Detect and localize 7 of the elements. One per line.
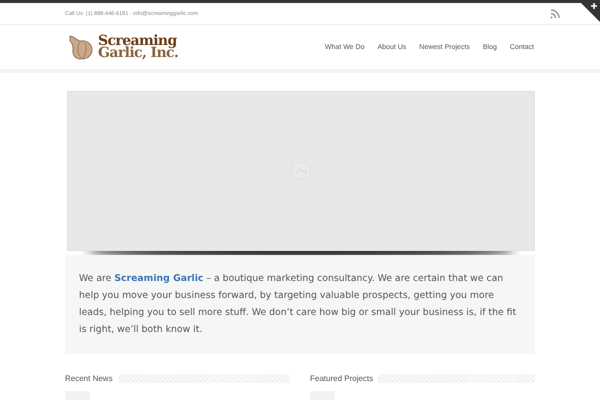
rss-icon[interactable] xyxy=(550,8,560,18)
corner-toggle[interactable] xyxy=(578,0,600,22)
section-heading: Recent News xyxy=(65,374,113,383)
intro-paragraph: We are Screaming Garlic – a boutique marketing consultancy. We are certain that we can help you move your business forward, by targeting valuable prospects, getting you more leads, helping you to sell more stuff. We don’t care how big or small your business is, if the fit is right, we’ll both know it. xyxy=(79,272,518,337)
section-heading: Featured Projects xyxy=(310,374,374,383)
logo-text[interactable]: Screaming Garlic, Inc. xyxy=(98,35,178,59)
garlic-icon xyxy=(67,33,95,61)
